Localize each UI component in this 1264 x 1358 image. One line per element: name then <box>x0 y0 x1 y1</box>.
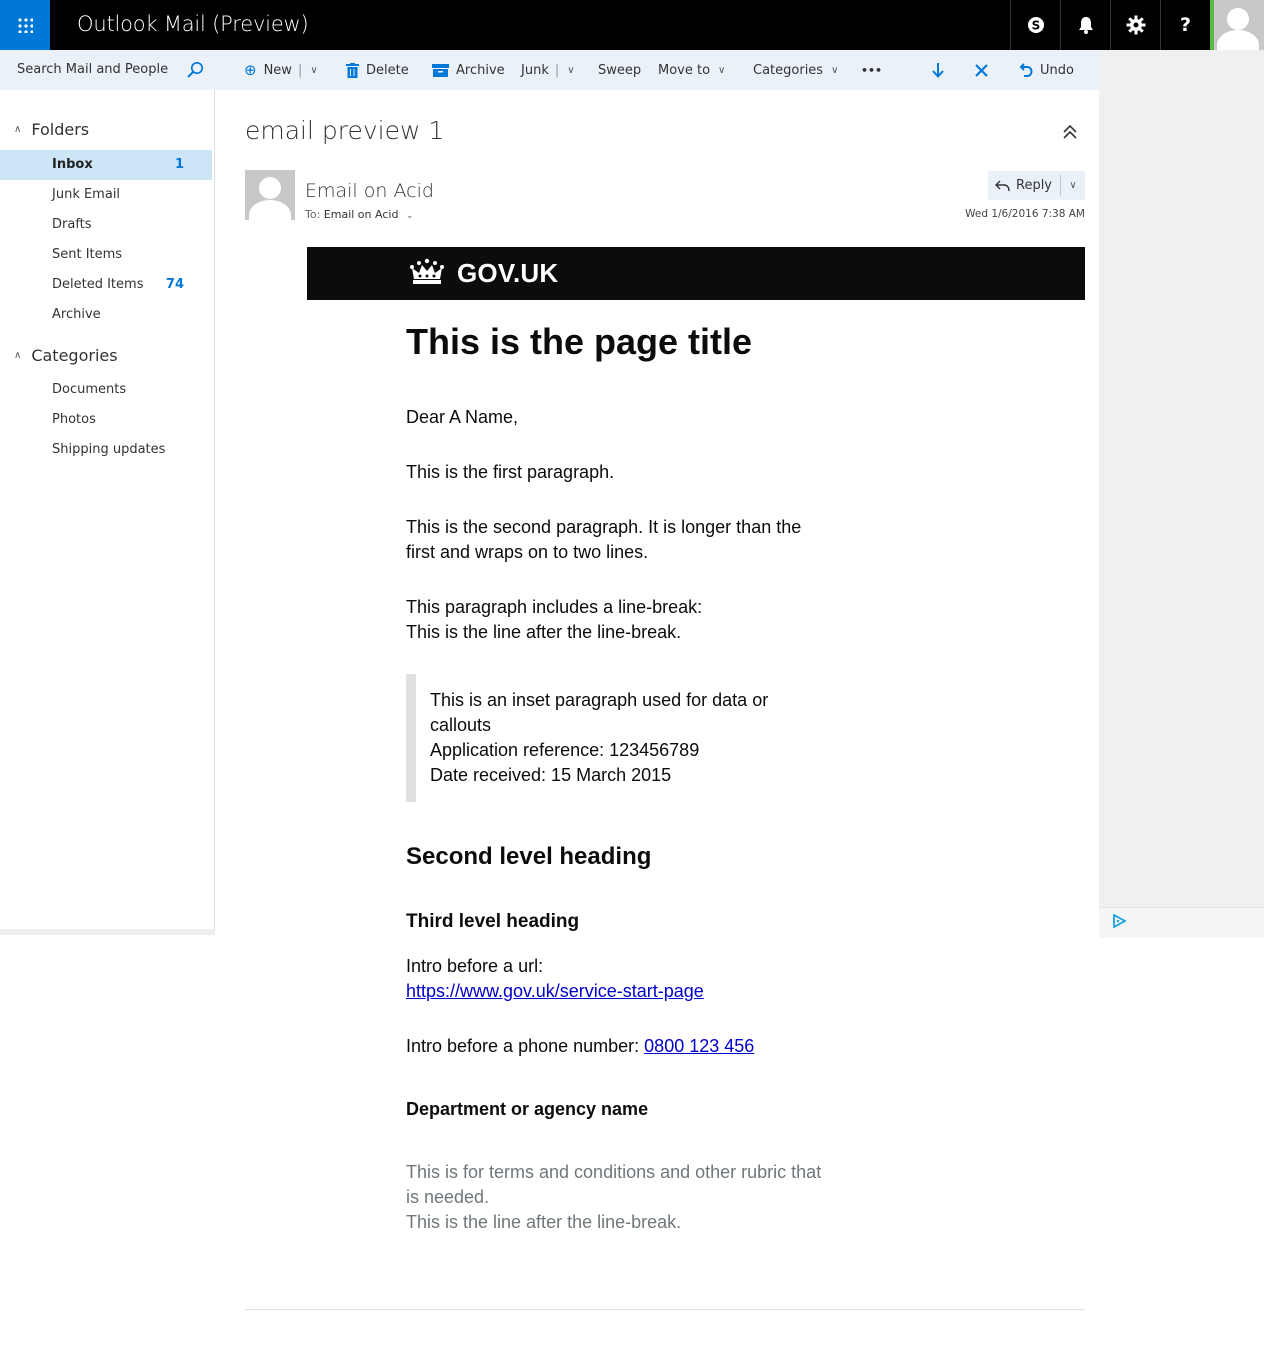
move-to-button[interactable]: Move to ∨ <box>658 50 725 90</box>
plus-circle-icon: ⊕ <box>244 61 257 79</box>
close-button[interactable] <box>975 50 988 90</box>
govuk-header: GOV.UK <box>307 247 1085 300</box>
message-subject: email preview 1 <box>245 116 445 145</box>
arrow-down-icon <box>932 62 944 78</box>
command-bar: ⊕ New | ∨ Delete Archive Junk | ∨ Sweep … <box>214 50 1099 90</box>
pane-divider <box>0 929 215 935</box>
sidebar-item-inbox[interactable]: Inbox 1 <box>0 150 212 180</box>
more-actions-button[interactable]: ••• <box>861 50 882 90</box>
sidebar-item-archive[interactable]: Archive <box>0 300 212 330</box>
chevron-up-icon: ∧ <box>14 350 22 361</box>
message-date: Wed 1/6/2016 7:38 AM <box>965 208 1085 220</box>
app-title[interactable]: Outlook Mail (Preview) <box>77 12 309 36</box>
service-url-link[interactable]: https://www.gov.uk/service-start-page <box>406 981 704 1001</box>
svg-text:S: S <box>1031 19 1040 33</box>
trash-icon <box>346 62 359 78</box>
terms-text: This is for terms and conditions and oth… <box>406 1162 822 1232</box>
chevron-down-icon[interactable]: ∨ <box>310 65 317 76</box>
sidebar-item-documents[interactable]: Documents <box>0 375 212 405</box>
expand-recipients-icon[interactable]: ⌄ <box>406 211 414 221</box>
chevron-down-icon[interactable]: ∨ <box>567 65 574 76</box>
search-placeholder: Search Mail and People <box>17 62 169 77</box>
sidebar-item-deleted-items[interactable]: Deleted Items 74 <box>0 270 212 300</box>
ad-pane <box>1099 50 1264 938</box>
paragraph-3: This paragraph includes a line-break: Th… <box>406 597 703 642</box>
app-launcher-icon[interactable] <box>0 0 50 50</box>
delete-button[interactable]: Delete <box>346 50 409 90</box>
top-bar: Outlook Mail (Preview) S ? <box>0 0 1264 50</box>
skype-icon[interactable]: S <box>1010 0 1060 50</box>
page-title: This is the page title <box>406 321 753 362</box>
search-input[interactable]: Search Mail and People <box>0 50 214 90</box>
sidebar-item-junk-email[interactable]: Junk Email <box>0 180 212 210</box>
categories-button[interactable]: Categories ∨ <box>753 50 838 90</box>
junk-button[interactable]: Junk | ∨ <box>521 50 575 90</box>
chevron-down-icon: ∨ <box>718 64 726 76</box>
close-icon <box>975 63 988 77</box>
paragraph-1: This is the first paragraph. <box>406 462 615 482</box>
ad-choices-icon[interactable] <box>1112 913 1127 932</box>
folders-heading[interactable]: ∧ Folders <box>14 120 89 139</box>
chevron-down-icon: ∨ <box>831 64 839 76</box>
message-divider <box>245 1309 1085 1310</box>
archive-icon <box>432 63 449 77</box>
sweep-button[interactable]: Sweep <box>598 50 641 90</box>
url-block: Intro before a url: https://www.gov.uk/s… <box>406 956 704 1001</box>
second-level-heading: Second level heading <box>406 843 652 870</box>
inset-callout: This is an inset paragraph used for data… <box>406 674 846 802</box>
sidebar-item-shipping-updates[interactable]: Shipping updates <box>0 435 212 465</box>
next-message-button[interactable] <box>932 50 944 90</box>
govuk-wordmark[interactable]: GOV.UK <box>457 258 558 289</box>
categories-heading[interactable]: ∧ Categories <box>14 346 118 365</box>
paragraph-2: This is the second paragraph. It is long… <box>406 517 802 562</box>
crown-logo-icon <box>410 258 444 284</box>
gear-icon[interactable] <box>1110 0 1160 50</box>
sidebar-item-drafts[interactable]: Drafts <box>0 210 212 240</box>
undo-icon <box>1019 62 1033 77</box>
sidebar-item-sent-items[interactable]: Sent Items <box>0 240 212 270</box>
reply-icon <box>995 180 1010 191</box>
recipients-line: To: Email on Acid ⌄ <box>305 208 414 221</box>
third-level-heading: Third level heading <box>406 911 580 932</box>
help-icon[interactable]: ? <box>1160 0 1210 50</box>
reply-button[interactable]: Reply ∨ <box>988 171 1085 200</box>
new-button[interactable]: ⊕ New | ∨ <box>244 50 318 90</box>
folder-pane: ∧ Folders Inbox 1 Junk Email Drafts Sent… <box>0 90 215 935</box>
bell-icon[interactable] <box>1060 0 1110 50</box>
greeting: Dear A Name, <box>406 407 519 427</box>
sender-avatar <box>245 170 295 220</box>
unread-count: 74 <box>165 277 184 292</box>
archive-button[interactable]: Archive <box>432 50 505 90</box>
unread-count: 1 <box>174 157 184 172</box>
search-icon[interactable] <box>186 61 204 79</box>
phone-block: Intro before a phone number: 0800 123 45… <box>406 1036 755 1056</box>
user-avatar[interactable] <box>1210 0 1264 50</box>
undo-button[interactable]: Undo <box>1018 50 1074 90</box>
phone-link[interactable]: 0800 123 456 <box>644 1036 754 1056</box>
reply-options-chevron[interactable]: ∨ <box>1060 175 1085 196</box>
department-name: Department or agency name <box>406 1099 649 1119</box>
recipient-name[interactable]: Email on Acid <box>324 208 399 221</box>
collapse-icon[interactable] <box>1062 124 1078 144</box>
sidebar-item-photos[interactable]: Photos <box>0 405 212 435</box>
sender-name[interactable]: Email on Acid <box>305 180 434 202</box>
chevron-up-icon: ∧ <box>14 124 22 135</box>
